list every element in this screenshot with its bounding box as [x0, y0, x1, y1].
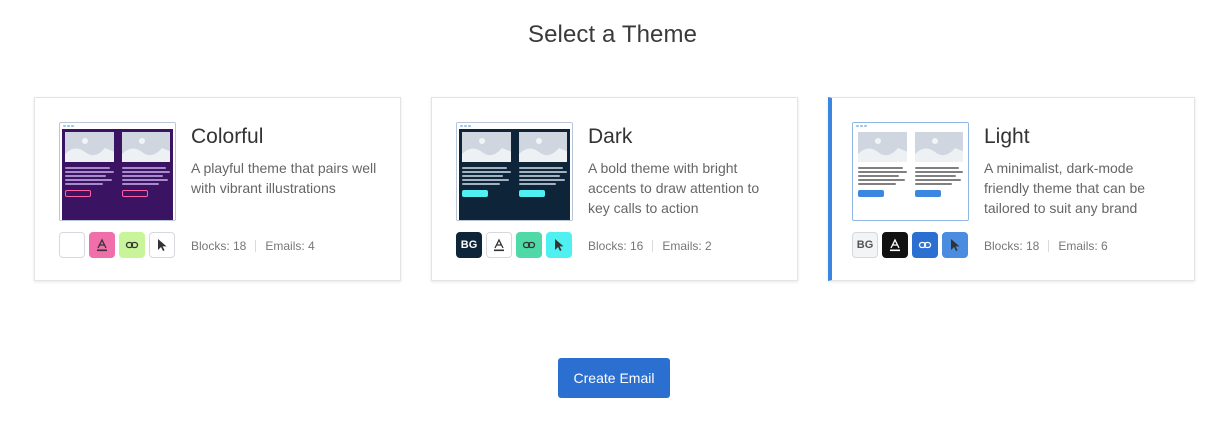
image-placeholder-icon	[462, 132, 511, 162]
emails-count: Emails: 4	[265, 239, 315, 253]
divider	[255, 240, 257, 252]
blocks-count: Blocks: 18	[984, 239, 1040, 253]
link-icon	[522, 238, 536, 252]
color-swatches: BG	[456, 232, 576, 258]
theme-description: A minimalist, dark-mode friendly theme t…	[984, 160, 1146, 216]
swatch-text	[486, 232, 512, 258]
swatch-text	[882, 232, 908, 258]
swatch-button	[942, 232, 968, 258]
cursor-icon	[553, 238, 565, 252]
text-color-icon	[95, 238, 109, 252]
theme-title: Colorful	[191, 125, 264, 148]
theme-title: Light	[984, 125, 1030, 148]
theme-description: A bold theme with bright accents to draw…	[588, 160, 760, 216]
swatch-label: BG	[856, 239, 874, 251]
link-icon	[125, 238, 139, 252]
theme-card-dark[interactable]: Dark A bold theme with bright accents to…	[431, 97, 798, 281]
emails-count: Emails: 6	[1058, 239, 1108, 253]
swatch-link	[119, 232, 145, 258]
image-placeholder-icon	[65, 132, 114, 162]
blocks-count: Blocks: 18	[191, 239, 247, 253]
theme-description: A playful theme that pairs well with vib…	[191, 160, 377, 196]
theme-card-light[interactable]: Light A minimalist, dark-mode friendly t…	[828, 97, 1195, 281]
theme-preview	[852, 122, 969, 221]
swatch-label: BG	[460, 239, 478, 251]
create-email-button[interactable]: Create Email	[558, 358, 670, 398]
link-icon	[918, 238, 932, 252]
image-placeholder-icon	[858, 132, 907, 162]
divider	[1048, 240, 1050, 252]
color-swatches	[59, 232, 179, 258]
swatch-text	[89, 232, 115, 258]
swatch-link	[516, 232, 542, 258]
swatch-button	[149, 232, 175, 258]
cursor-icon	[949, 238, 961, 252]
theme-stats: Blocks: 16 Emails: 2	[588, 239, 712, 253]
theme-stats: Blocks: 18 Emails: 6	[984, 239, 1108, 253]
swatch-link	[912, 232, 938, 258]
text-color-icon	[888, 238, 902, 252]
theme-title: Dark	[588, 125, 633, 148]
blocks-count: Blocks: 16	[588, 239, 644, 253]
swatch-button	[546, 232, 572, 258]
image-placeholder-icon	[914, 132, 963, 162]
image-placeholder-icon	[518, 132, 567, 162]
swatch-bg: BG	[456, 232, 482, 258]
theme-stats: Blocks: 18 Emails: 4	[191, 239, 315, 253]
color-swatches: BG	[852, 232, 972, 258]
page-title: Select a Theme	[527, 21, 698, 48]
theme-card-colorful[interactable]: Colorful A playful theme that pairs well…	[34, 97, 401, 281]
swatch-bg	[59, 232, 85, 258]
divider	[652, 240, 654, 252]
theme-preview	[59, 122, 176, 221]
text-color-icon	[492, 238, 506, 252]
theme-preview	[456, 122, 573, 221]
emails-count: Emails: 2	[662, 239, 712, 253]
image-placeholder-icon	[121, 132, 170, 162]
cursor-icon	[156, 238, 168, 252]
swatch-bg: BG	[852, 232, 878, 258]
